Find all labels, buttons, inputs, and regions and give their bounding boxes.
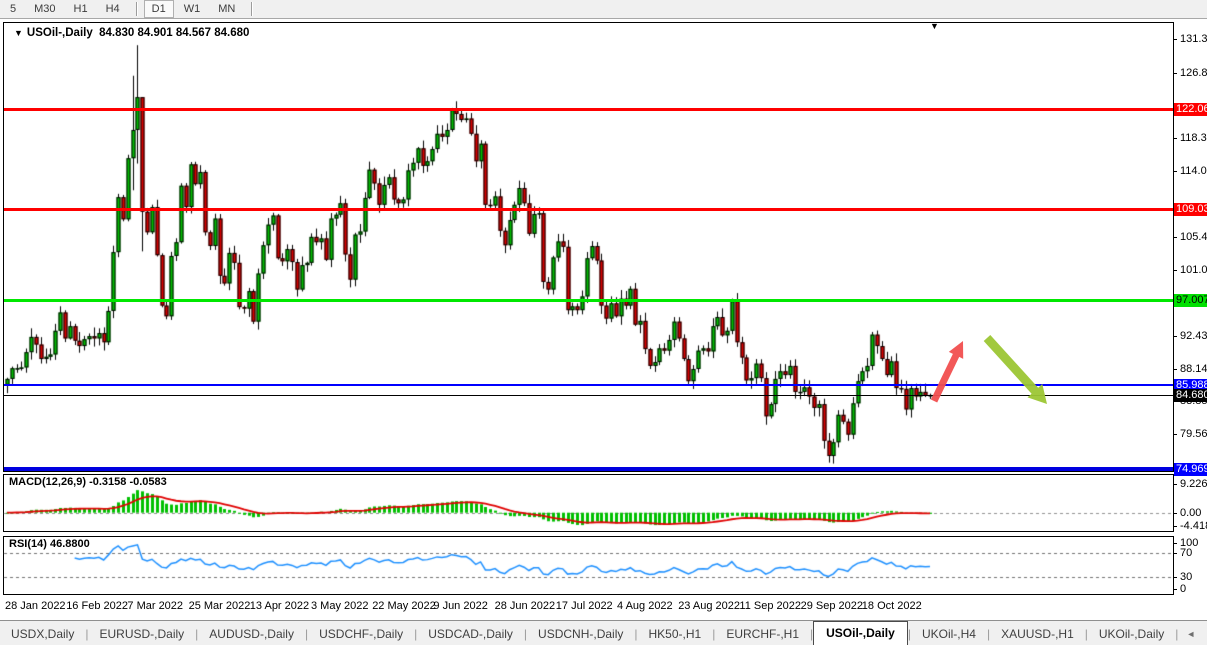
tick-dash bbox=[1173, 369, 1177, 370]
chevron-down-icon: ▼ bbox=[14, 28, 23, 38]
date-axis-label: 28 Jun 2022 bbox=[495, 600, 556, 612]
date-axis-label: 11 Sep 2022 bbox=[739, 600, 801, 612]
tab-hk50-h1[interactable]: HK50-,H1 bbox=[638, 624, 713, 645]
date-axis-label: 25 Mar 2022 bbox=[189, 600, 251, 612]
chart-title: ▼ USOil-,Daily 84.830 84.901 84.567 84.68… bbox=[14, 27, 249, 39]
chart-ohlc-values: 84.830 84.901 84.567 84.680 bbox=[99, 27, 249, 39]
tab-ukoil-daily[interactable]: UKOil-,Daily bbox=[1088, 624, 1175, 645]
tick-dash bbox=[1173, 553, 1177, 554]
date-axis-label: 18 Oct 2022 bbox=[862, 600, 922, 612]
price-level-badge: 122.068 bbox=[1174, 103, 1207, 116]
rsi-indicator-label: RSI(14) 46.8800 bbox=[9, 538, 90, 550]
price-level-badge: 74.969 bbox=[1174, 463, 1207, 476]
price-axis-tick: 92.430 bbox=[1173, 330, 1207, 342]
price-level-line bbox=[4, 384, 1173, 386]
tab-scroll-right-icon[interactable]: ► bbox=[1203, 629, 1207, 645]
date-axis-label: 16 Feb 2022 bbox=[66, 600, 128, 612]
tick-dash bbox=[1173, 577, 1177, 578]
chart-canvas[interactable] bbox=[0, 0, 1207, 645]
tick-dash bbox=[1173, 434, 1177, 435]
date-axis-label: 17 Jul 2022 bbox=[556, 600, 613, 612]
price-level-line bbox=[4, 208, 1173, 211]
tick-dash bbox=[1173, 336, 1177, 337]
tab-usdcad-daily[interactable]: USDCAD-,Daily bbox=[417, 624, 524, 645]
tab-usoil-daily[interactable]: USOil-,Daily bbox=[813, 621, 908, 645]
rsi-axis-tick: 30 bbox=[1173, 571, 1192, 583]
price-level-badge: 84.680 bbox=[1174, 389, 1207, 402]
macd-axis-tick: -4.4188 bbox=[1173, 520, 1207, 532]
tab-audusd-daily[interactable]: AUDUSD-,Daily bbox=[198, 624, 305, 645]
tab-usdcnh-daily[interactable]: USDCNH-,Daily bbox=[527, 624, 634, 645]
price-axis-tick: 114.010 bbox=[1173, 165, 1207, 177]
date-axis-label: 22 May 2022 bbox=[372, 600, 436, 612]
chart-symbol-period: USOil-,Daily bbox=[27, 27, 93, 39]
price-level-badge: 109.038 bbox=[1174, 203, 1207, 216]
price-level-line bbox=[4, 108, 1173, 111]
tab-ukoil-h4[interactable]: UKOil-,H4 bbox=[911, 624, 987, 645]
price-level-line bbox=[4, 395, 1173, 396]
date-axis-label: 3 May 2022 bbox=[311, 600, 368, 612]
tick-dash bbox=[1173, 589, 1177, 590]
price-axis-tick: 118.300 bbox=[1173, 132, 1207, 144]
price-axis-tick: 79.560 bbox=[1173, 428, 1207, 440]
tab-scroll-left-icon[interactable]: ◄ bbox=[1178, 629, 1203, 645]
tick-dash bbox=[1173, 237, 1177, 238]
price-level-line bbox=[4, 299, 1173, 302]
rsi-axis-tick: 0 bbox=[1173, 583, 1186, 595]
date-axis-label: 7 Mar 2022 bbox=[127, 600, 183, 612]
tick-dash bbox=[1173, 171, 1177, 172]
date-axis-label: 13 Apr 2022 bbox=[250, 600, 309, 612]
tab-eurchf-h1[interactable]: EURCHF-,H1 bbox=[715, 624, 810, 645]
tick-dash bbox=[1173, 138, 1177, 139]
price-axis-tick: 105.430 bbox=[1173, 231, 1207, 243]
price-axis-tick: 131.300 bbox=[1173, 33, 1207, 45]
tick-dash bbox=[1173, 513, 1177, 514]
date-axis-label: 9 Jun 2022 bbox=[433, 600, 487, 612]
tick-dash bbox=[1173, 484, 1177, 485]
date-axis-label: 28 Jan 2022 bbox=[5, 600, 66, 612]
price-axis-tick: 101.010 bbox=[1173, 264, 1207, 276]
date-axis-label: 29 Sep 2022 bbox=[801, 600, 863, 612]
date-axis-label: 4 Aug 2022 bbox=[617, 600, 673, 612]
tab-xauusd-h1[interactable]: XAUUSD-,H1 bbox=[990, 624, 1085, 645]
tab-eurusd-daily[interactable]: EURUSD-,Daily bbox=[88, 624, 195, 645]
rsi-axis-tick: 70 bbox=[1173, 547, 1192, 559]
macd-indicator-label: MACD(12,26,9) -0.3158 -0.0583 bbox=[9, 476, 167, 488]
trading-platform-window: 5M30H1H4D1W1MN ▼USOil-,Daily 84.830 84.9… bbox=[0, 0, 1207, 645]
price-axis-tick: 126.880 bbox=[1173, 67, 1207, 79]
tick-dash bbox=[1173, 526, 1177, 527]
tab-usdx-daily[interactable]: USDX,Daily bbox=[0, 624, 85, 645]
price-level-line bbox=[4, 467, 1173, 471]
price-axis-tick: 88.140 bbox=[1173, 363, 1207, 375]
tab-usdchf-daily[interactable]: USDCHF-,Daily bbox=[308, 624, 414, 645]
tick-dash bbox=[1173, 73, 1177, 74]
price-level-badge: 97.007 bbox=[1174, 294, 1207, 307]
chart-shift-marker-icon[interactable]: ▼ bbox=[930, 21, 939, 31]
macd-axis-tick: 9.2266 bbox=[1173, 478, 1207, 490]
tick-dash bbox=[1173, 270, 1177, 271]
symbol-tab-bar: USDX,Daily|EURUSD-,Daily|AUDUSD-,Daily|U… bbox=[0, 620, 1207, 645]
date-axis-label: 23 Aug 2022 bbox=[678, 600, 740, 612]
tick-dash bbox=[1173, 543, 1177, 544]
tick-dash bbox=[1173, 39, 1177, 40]
macd-axis-tick: 0.00 bbox=[1173, 507, 1201, 519]
